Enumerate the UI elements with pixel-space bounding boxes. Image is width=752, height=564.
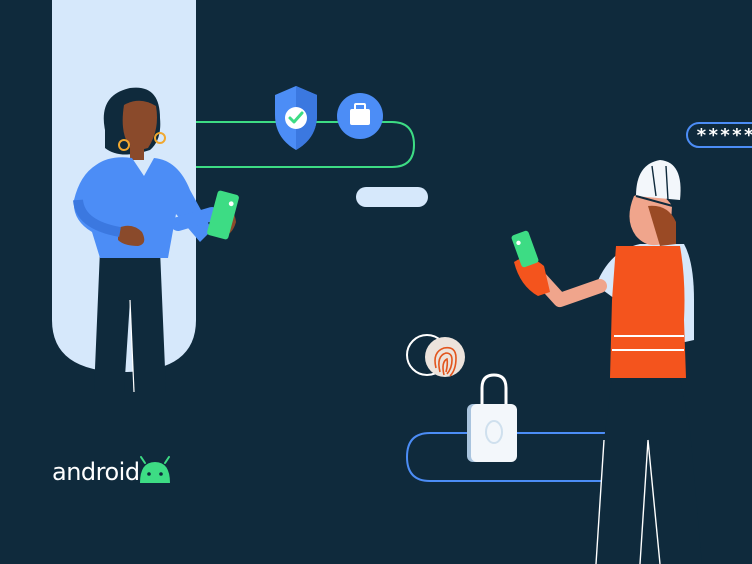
briefcase-icon (337, 93, 383, 139)
android-brand-logo: android (52, 455, 140, 489)
password-field: ***** (686, 122, 752, 148)
status-pill (356, 187, 428, 207)
illustration-canvas: ***** android (0, 0, 752, 564)
android-bot-head-icon (140, 456, 170, 483)
padlock-icon (467, 373, 517, 462)
shield-check-icon (275, 86, 317, 150)
fingerprint-icon (425, 337, 465, 377)
worker-figure (514, 160, 702, 564)
android-wordmark: android (52, 458, 140, 486)
